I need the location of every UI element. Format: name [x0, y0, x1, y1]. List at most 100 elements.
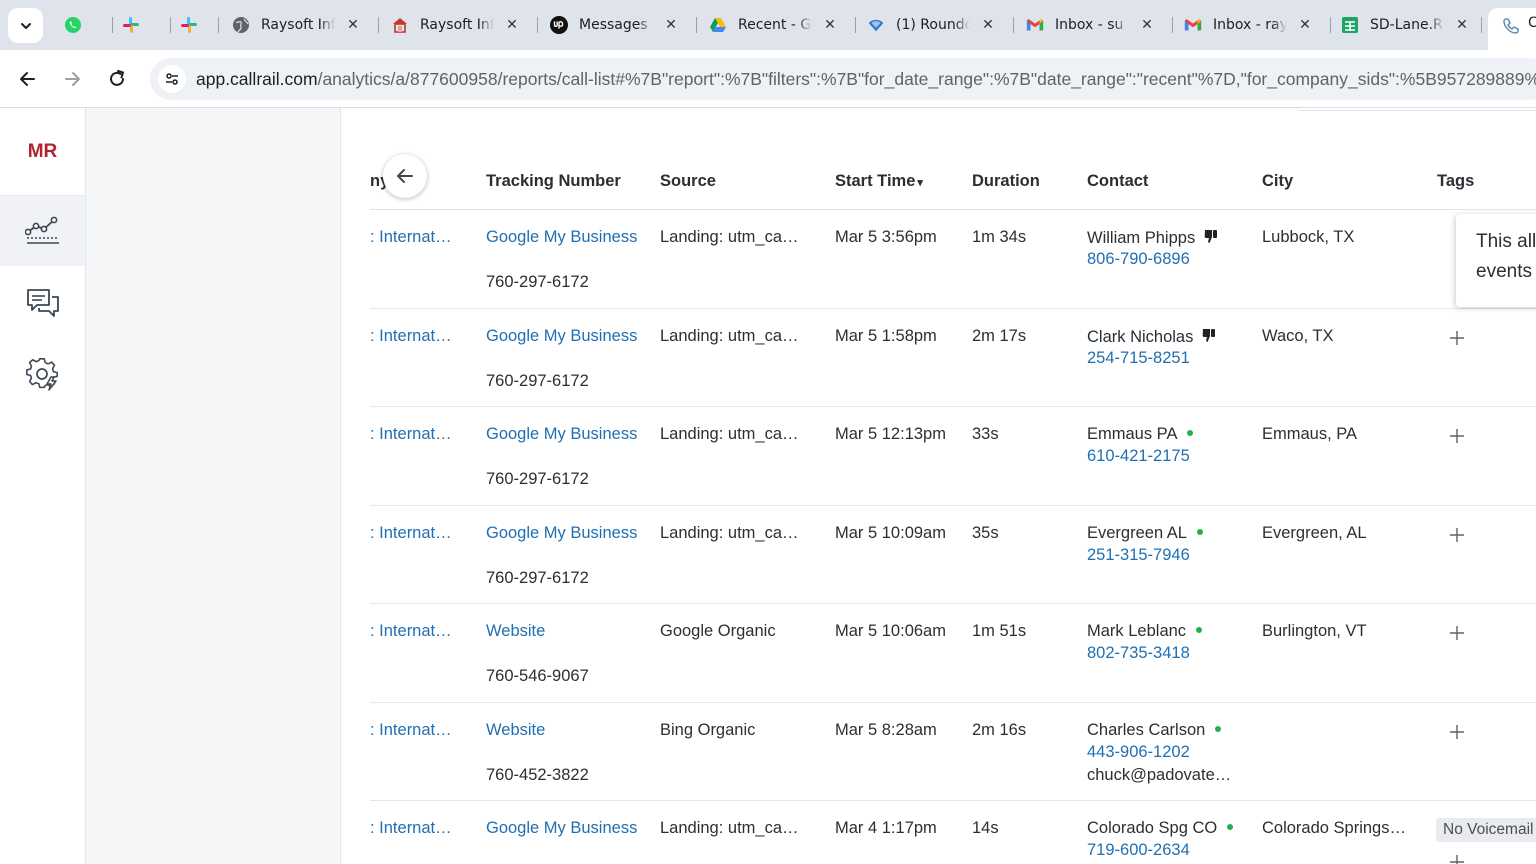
contact-name-text: Charles Carlson	[1087, 720, 1206, 739]
url-text[interactable]: app.callrail.com/analytics/a/877600958/r…	[196, 69, 1536, 90]
table-row[interactable]: : Internat… Google My Business 760-297-617…	[370, 210, 1536, 309]
contact-phone-link[interactable]: 610-421-2175	[1087, 447, 1190, 466]
contact-name[interactable]: Emmaus PA	[1087, 425, 1194, 444]
browser-tab[interactable]: Inbox - su ✕	[1026, 9, 1156, 41]
company-name[interactable]: : Internat…	[370, 228, 460, 247]
green-status-dot-icon	[1227, 824, 1234, 830]
site-info-button[interactable]	[158, 65, 186, 93]
company-name[interactable]: : Internat…	[370, 524, 460, 543]
tracking-source-link[interactable]: Google My Business	[486, 228, 637, 247]
nav-settings[interactable]	[0, 339, 85, 409]
contact-name[interactable]: Clark Nicholas	[1087, 327, 1217, 349]
close-tab-icon[interactable]: ✕	[503, 16, 521, 34]
nav-conversations[interactable]	[0, 268, 85, 338]
reload-button[interactable]	[101, 63, 133, 95]
call-duration: 1m 34s	[972, 228, 1027, 246]
tab-title: Inbox - su	[1055, 17, 1124, 33]
forward-button[interactable]	[56, 63, 88, 95]
account-logo[interactable]: MR	[0, 108, 85, 196]
call-source: Bing Organic	[660, 720, 756, 739]
tab-separator	[696, 17, 697, 33]
close-tab-icon[interactable]: ✕	[662, 16, 680, 34]
close-tab-icon[interactable]: ✕	[821, 16, 839, 34]
add-tag-icon[interactable]	[1448, 853, 1466, 864]
close-tab-icon[interactable]: ✕	[979, 16, 997, 34]
contact-phone-link[interactable]: 719-600-2634	[1087, 841, 1190, 860]
thumbs-down-icon	[1201, 327, 1217, 349]
table-row[interactable]: : Internat… Website 760-546-9067 Google Org…	[370, 604, 1536, 703]
contact-phone-link[interactable]: 254-715-8251	[1087, 349, 1190, 368]
company-name[interactable]: : Internat…	[370, 819, 460, 838]
header-start-time[interactable]: Start Time ▾	[835, 172, 923, 191]
browser-tab[interactable]	[180, 9, 210, 41]
close-tab-icon[interactable]: ✕	[1296, 16, 1314, 34]
table-row[interactable]: : Internat… Google My Business 760-297-617…	[370, 506, 1536, 604]
browser-tab[interactable]	[64, 9, 94, 41]
tracking-source-link[interactable]: Google My Business	[486, 425, 637, 444]
start-time: Mar 5 10:06am	[835, 622, 946, 640]
tracking-source-link[interactable]: Google My Business	[486, 524, 637, 543]
contact-name[interactable]: Mark Leblanc	[1087, 622, 1203, 641]
callrail-icon	[1503, 18, 1519, 34]
address-bar[interactable]: app.callrail.com/analytics/a/877600958/r…	[150, 58, 1536, 100]
contact-name[interactable]: Evergreen AL	[1087, 524, 1203, 543]
start-time: Mar 5 10:09am	[835, 523, 946, 542]
browser-tab[interactable]	[122, 9, 152, 41]
contact-phone-link[interactable]: 443-906-1202	[1087, 743, 1190, 762]
contact-name[interactable]: William Phipps	[1087, 228, 1219, 250]
header-city[interactable]: City	[1262, 172, 1293, 191]
tracking-source-link[interactable]: Google My Business	[486, 819, 637, 838]
table-row[interactable]: : Internat… Google My Business 760-297-617…	[370, 407, 1536, 506]
close-tab-icon[interactable]: ✕	[1453, 16, 1471, 34]
tab-title: (1) Roundc	[896, 17, 970, 33]
browser-tab[interactable]: SD-Lane.R ✕	[1341, 9, 1471, 41]
header-tags[interactable]: Tags	[1437, 172, 1474, 191]
browser-tab[interactable]: Recent - G ✕	[709, 9, 839, 41]
browser-tab[interactable]: Inbox - ray ✕	[1184, 9, 1314, 41]
company-name[interactable]: : Internat…	[370, 425, 460, 444]
tab-title: Raysoft Inf	[261, 17, 335, 33]
table-header: ny Tracking Number Source Start Time ▾ Du…	[370, 154, 1536, 210]
header-duration[interactable]: Duration	[972, 172, 1040, 191]
tab-search-button[interactable]	[8, 8, 43, 43]
add-tag-icon[interactable]	[1448, 624, 1466, 642]
nav-analytics[interactable]	[0, 196, 85, 266]
tracking-source-link[interactable]: Website	[486, 622, 545, 641]
contact-phone-link[interactable]: 802-735-3418	[1087, 644, 1190, 663]
table-row[interactable]: : Internat… Google My Business 760-297-617…	[370, 309, 1536, 407]
back-button[interactable]	[12, 63, 44, 95]
add-tag-icon[interactable]	[1448, 427, 1466, 445]
thumbs-down-icon	[1203, 228, 1219, 250]
tab-active-callrail[interactable]: C	[1488, 8, 1536, 50]
table-row[interactable]: : Internat… Google My Business Landing: ut…	[370, 801, 1536, 864]
close-tab-icon[interactable]: ✕	[344, 16, 362, 34]
table-body: : Internat… Google My Business 760-297-617…	[370, 210, 1536, 864]
tracking-number: 760-297-6172	[486, 371, 589, 390]
tab-title: C	[1528, 15, 1536, 31]
add-tag-icon[interactable]	[1448, 723, 1466, 741]
browser-tab[interactable]: Raysoft Inf ✕	[391, 9, 521, 41]
header-source[interactable]: Source	[660, 172, 716, 191]
contact-name[interactable]: Colorado Spg CO	[1087, 819, 1234, 838]
add-tag-icon[interactable]	[1448, 329, 1466, 347]
tags-tooltip: This all events	[1456, 214, 1536, 307]
add-tag-icon[interactable]	[1448, 526, 1466, 544]
company-name[interactable]: : Internat…	[370, 622, 460, 641]
header-tracking-number[interactable]: Tracking Number	[486, 172, 621, 191]
tag-badge[interactable]: No Voicemail	[1436, 818, 1536, 842]
company-name[interactable]: : Internat…	[370, 327, 460, 346]
contact-name[interactable]: Charles Carlson	[1087, 720, 1222, 740]
tracking-source-link[interactable]: Google My Business	[486, 327, 637, 346]
reload-icon	[110, 70, 124, 86]
browser-tab[interactable]: Raysoft Inf ✕	[232, 9, 362, 41]
scroll-left-button[interactable]	[383, 154, 427, 198]
company-name[interactable]: : Internat…	[370, 721, 460, 740]
contact-phone-link[interactable]: 251-315-7946	[1087, 546, 1190, 565]
tracking-source-link[interactable]: Website	[486, 721, 545, 740]
header-contact[interactable]: Contact	[1087, 172, 1148, 191]
contact-phone-link[interactable]: 806-790-6896	[1087, 250, 1190, 269]
browser-tab[interactable]: Messages ✕	[550, 9, 680, 41]
table-row[interactable]: : Internat… Website 760-452-3822 Bing Organ…	[370, 703, 1536, 801]
browser-tab[interactable]: (1) Roundc ✕	[867, 9, 997, 41]
close-tab-icon[interactable]: ✕	[1138, 16, 1156, 34]
